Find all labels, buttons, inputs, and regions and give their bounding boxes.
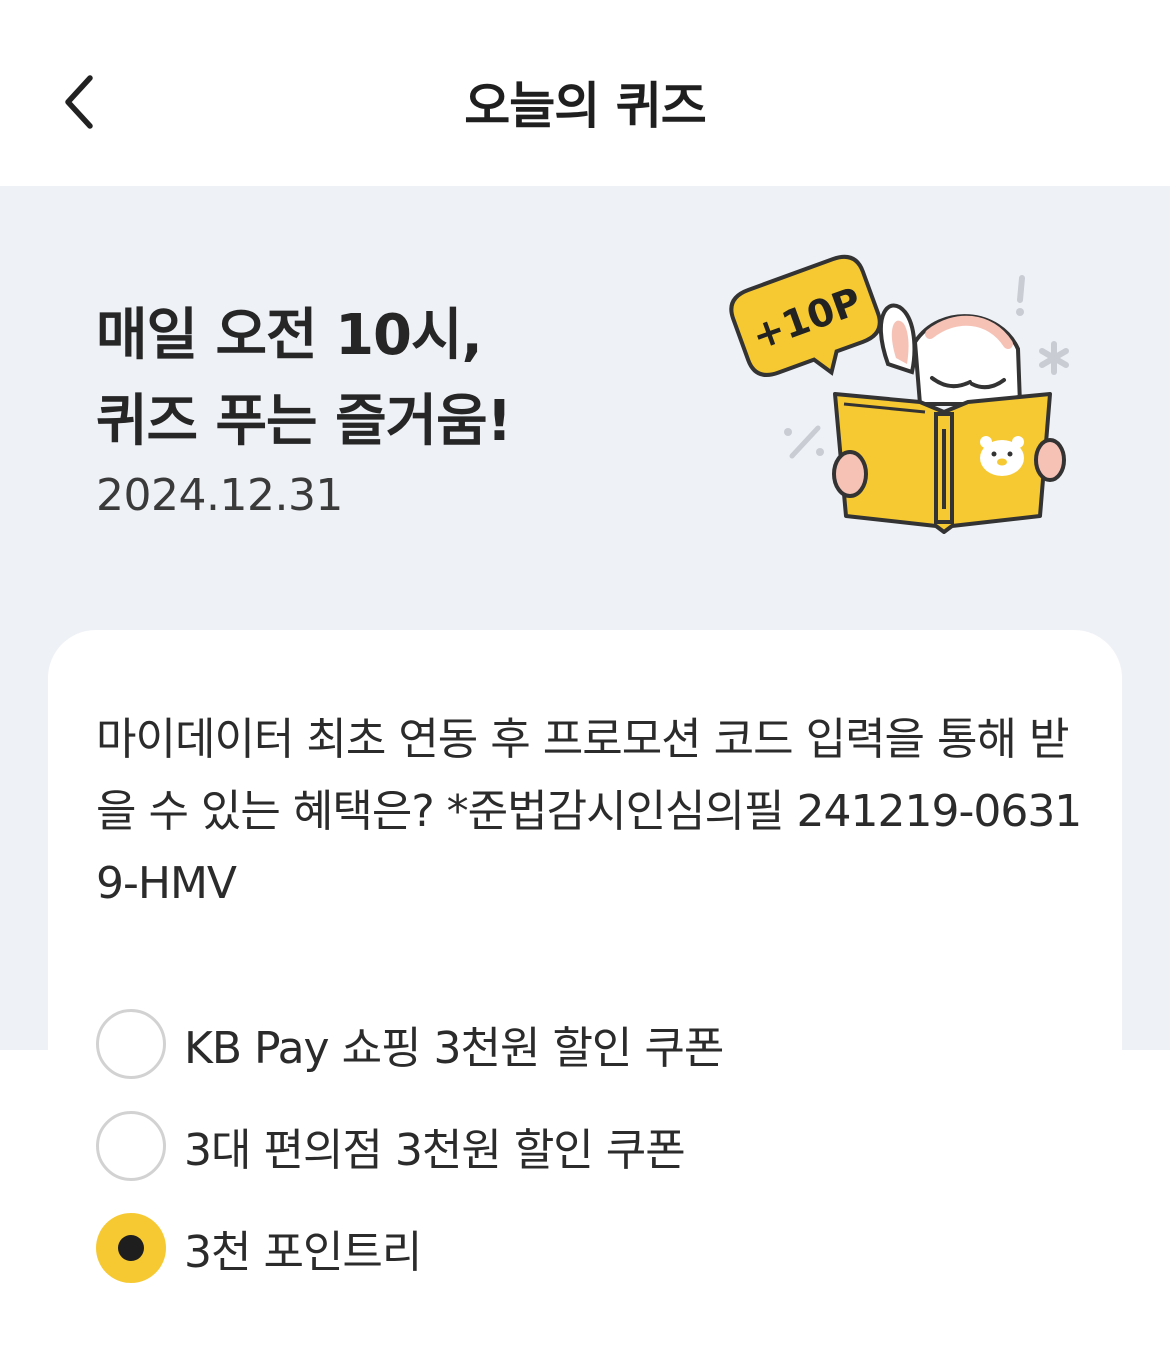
bear-logo-icon <box>980 436 1024 476</box>
quiz-option-3[interactable]: 3천 포인트리 <box>96 1212 1096 1284</box>
quiz-date: 2024.12.31 <box>96 470 343 521</box>
points-badge: +10P <box>729 254 882 377</box>
sparkle-icon <box>1039 341 1069 375</box>
percent-icon <box>784 425 824 459</box>
quiz-option-label: KB Pay 쇼핑 3천원 할인 쿠폰 <box>184 1023 724 1074</box>
radio-button[interactable] <box>96 1111 166 1181</box>
radio-button-selected[interactable] <box>96 1213 166 1283</box>
radio-button[interactable] <box>96 1009 166 1079</box>
hero-headline-line2: 퀴즈 푸는 즐거움! <box>96 389 512 454</box>
exclamation-icon <box>1016 275 1025 316</box>
quiz-option-label: 3대 편의점 3천원 할인 쿠폰 <box>184 1125 686 1176</box>
quiz-question: 마이데이터 최초 연동 후 프로모션 코드 입력을 통해 받을 수 있는 혜택은… <box>96 714 1082 909</box>
page-title: 오늘의 퀴즈 <box>464 77 706 135</box>
quiz-page: 오늘의 퀴즈 매일 오전 10시, 퀴즈 푸는 즐거움! 2024.12.31 <box>0 0 1170 1356</box>
quiz-option-2[interactable]: 3대 편의점 3천원 할인 쿠폰 <box>96 1110 1096 1182</box>
rabbit-reading-book-illustration: +10P <box>729 254 1069 534</box>
radio-dot <box>118 1235 144 1261</box>
quiz-option-label: 3천 포인트리 <box>184 1227 422 1278</box>
top-app-bar: 오늘의 퀴즈 <box>0 0 1170 186</box>
quiz-option-1[interactable]: KB Pay 쇼핑 3천원 할인 쿠폰 <box>96 1008 1096 1080</box>
hero-headline-line1: 매일 오전 10시, <box>96 303 483 368</box>
